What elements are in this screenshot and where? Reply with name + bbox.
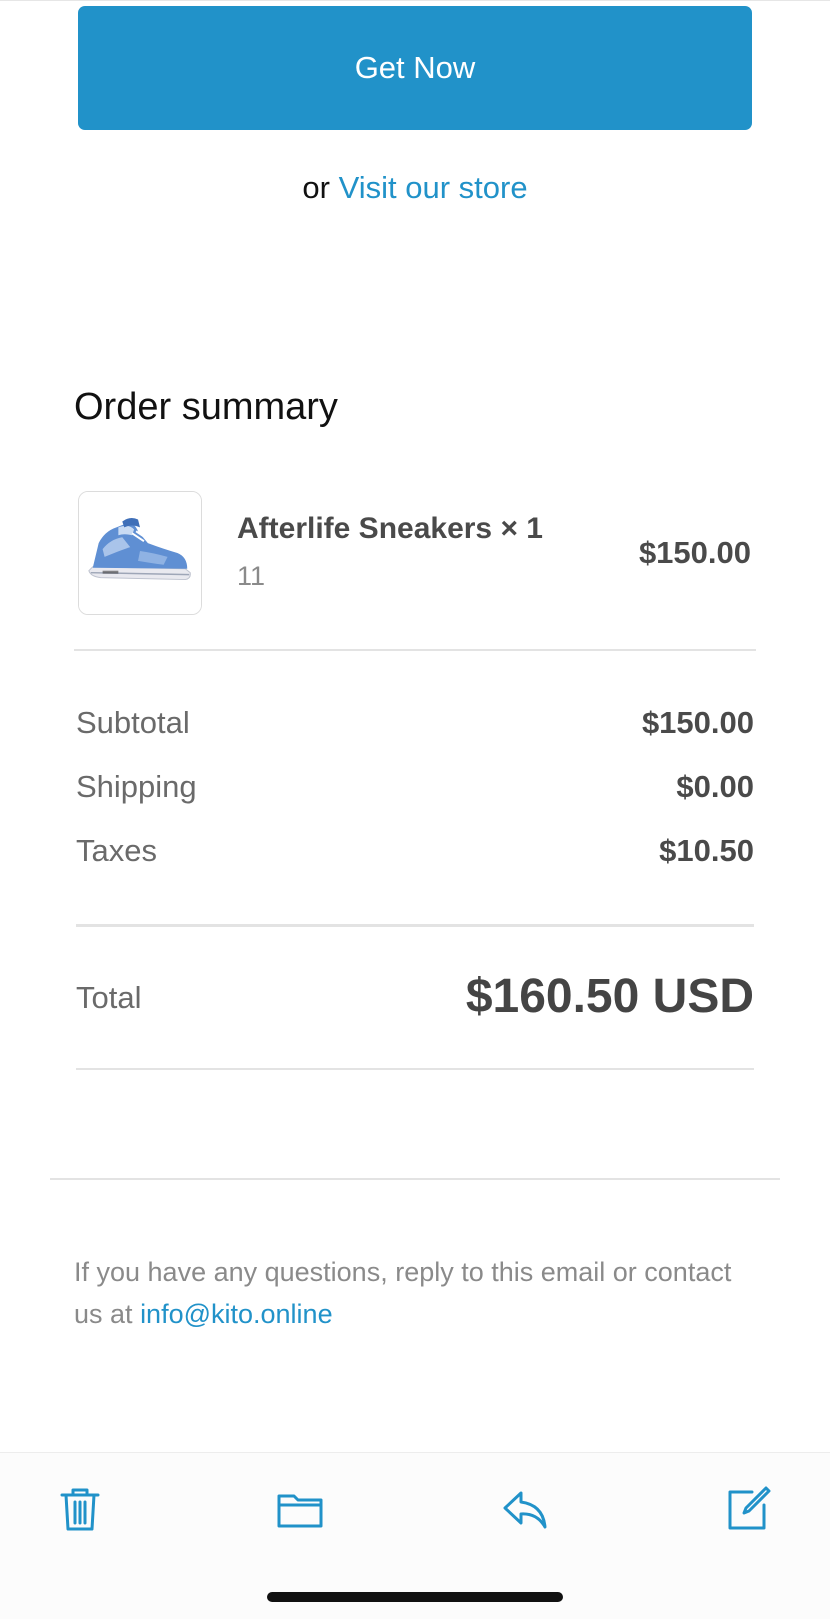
visit-store-link[interactable]: Visit our store: [339, 170, 528, 205]
product-thumbnail[interactable]: [78, 491, 202, 615]
subtotal-label: Subtotal: [76, 705, 190, 740]
total-value: $160.50 USD: [465, 970, 754, 1023]
reply-button[interactable]: [499, 1483, 551, 1535]
folder-button[interactable]: [274, 1483, 326, 1535]
compose-icon: [728, 1486, 771, 1530]
total-label: Total: [76, 980, 142, 1015]
visit-prefix: or: [302, 170, 330, 205]
subtotal-value: $150.00: [641, 705, 754, 740]
taxes-value: $10.50: [659, 833, 754, 868]
divider: [76, 1068, 754, 1070]
get-now-button-label: Get Now: [354, 50, 476, 85]
item-name: Afterlife Sneakers × 1: [237, 512, 543, 545]
contact-email-link[interactable]: info@kito.online: [140, 1299, 333, 1329]
email-page: Get Now or Visit our store Order summary…: [0, 0, 830, 1619]
divider: [76, 924, 754, 927]
taxes-label: Taxes: [76, 833, 157, 868]
item-price: $150.00: [638, 535, 751, 570]
top-divider: [0, 0, 830, 1]
compose-button[interactable]: [722, 1483, 774, 1535]
sneaker-image: [79, 492, 201, 614]
trash-button[interactable]: [54, 1483, 106, 1535]
divider: [50, 1178, 780, 1180]
visit-store-line: or Visit our store: [0, 170, 830, 206]
trash-icon: [60, 1488, 100, 1531]
divider: [74, 649, 756, 651]
get-now-button[interactable]: Get Now: [78, 6, 752, 130]
footer-help-text: If you have any questions, reply to this…: [74, 1251, 764, 1335]
folder-icon: [277, 1494, 323, 1528]
home-indicator: [267, 1592, 563, 1602]
order-summary-title: Order summary: [74, 386, 338, 428]
shipping-value: $0.00: [676, 769, 754, 804]
item-variant: 11: [237, 561, 266, 591]
shipping-label: Shipping: [76, 769, 197, 804]
reply-icon: [503, 1491, 547, 1529]
